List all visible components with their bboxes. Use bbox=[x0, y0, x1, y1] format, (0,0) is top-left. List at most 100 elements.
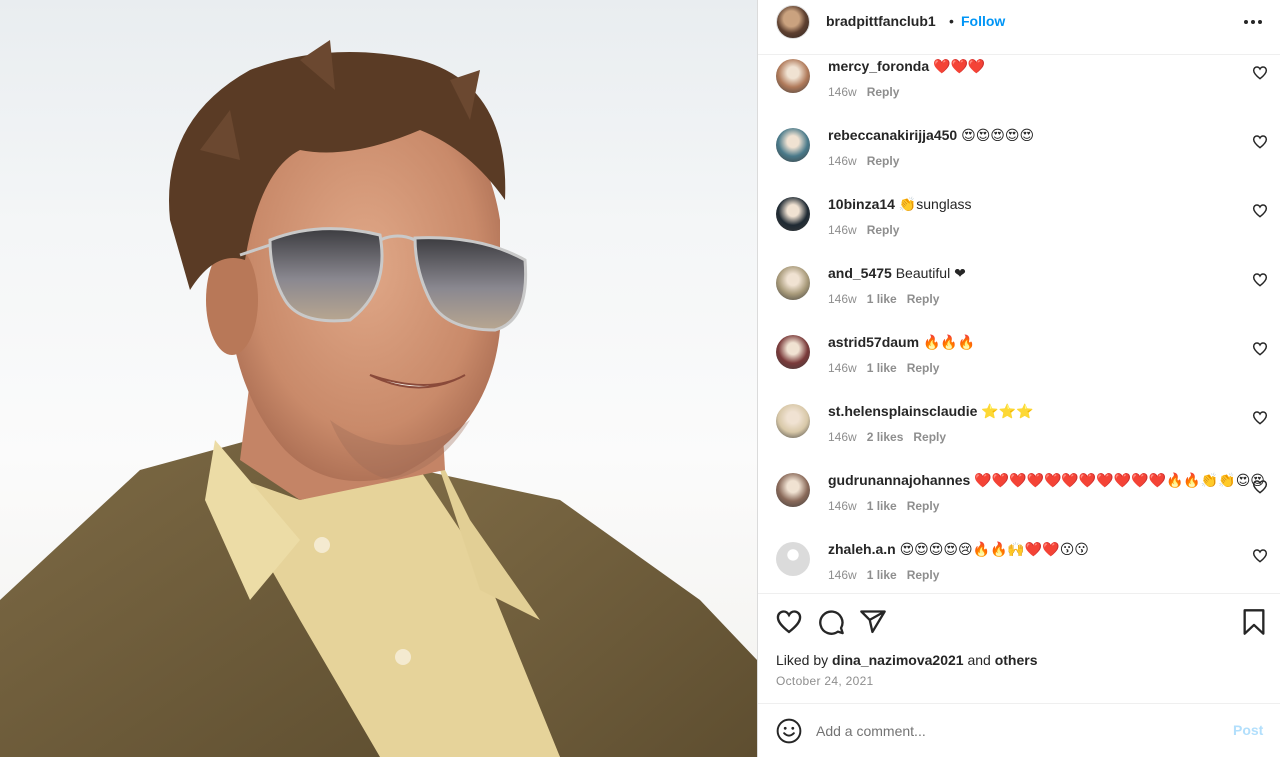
comment-likes[interactable]: 1 like bbox=[867, 499, 897, 513]
commenter-username[interactable]: st.helensplainsclaudie bbox=[828, 403, 977, 419]
commenter-avatar[interactable] bbox=[776, 473, 810, 507]
comment-meta: 146w 1 like Reply bbox=[828, 361, 949, 375]
comment-age[interactable]: 146w bbox=[828, 499, 857, 513]
comment-likes[interactable]: 1 like bbox=[867, 361, 897, 375]
commenter-avatar[interactable] bbox=[776, 404, 810, 438]
comment-like-heart-icon[interactable] bbox=[1252, 65, 1268, 81]
comment-age[interactable]: 146w bbox=[828, 223, 857, 237]
comment-text: 😍😍😍😍😍 bbox=[961, 127, 1035, 143]
liked-by-prefix: Liked by bbox=[776, 652, 829, 668]
heart-icon[interactable] bbox=[775, 608, 803, 636]
commenter-username[interactable]: 10binza14 bbox=[828, 196, 895, 212]
comment-meta: 146w Reply bbox=[828, 85, 909, 99]
reply-button[interactable]: Reply bbox=[907, 568, 940, 582]
reply-button[interactable]: Reply bbox=[907, 292, 940, 306]
comment-text-line: 10binza14 👏sunglass bbox=[828, 196, 972, 213]
comment-like-heart-icon[interactable] bbox=[1252, 203, 1268, 219]
liked-by: Liked by dina_nazimova2021 and others bbox=[776, 652, 1038, 668]
comment-text: ❤️❤️❤️ bbox=[933, 58, 986, 74]
comment-like-heart-icon[interactable] bbox=[1252, 134, 1268, 150]
comment-text-line: rebeccanakirijja450 😍😍😍😍😍 bbox=[828, 127, 1034, 144]
comment-age[interactable]: 146w bbox=[828, 361, 857, 375]
comment-text-line: st.helensplainsclaudie ⭐⭐⭐ bbox=[828, 403, 1034, 420]
author-username[interactable]: bradpittfanclub1 bbox=[826, 13, 936, 29]
commenter-avatar[interactable] bbox=[776, 542, 810, 576]
reply-button[interactable]: Reply bbox=[867, 223, 900, 237]
reply-button[interactable]: Reply bbox=[867, 154, 900, 168]
post-image bbox=[0, 0, 757, 757]
liked-by-user[interactable]: dina_nazimova2021 bbox=[832, 652, 964, 668]
separator-dot: • bbox=[949, 13, 954, 29]
comment-text-line: astrid57daum 🔥🔥🔥 bbox=[828, 334, 975, 351]
comment-row: astrid57daum 🔥🔥🔥 146w 1 like Reply bbox=[758, 334, 1280, 404]
post-comment-button[interactable]: Post bbox=[1233, 722, 1263, 738]
add-comment-bar: Post bbox=[758, 703, 1280, 757]
commenter-username[interactable]: gudrunannajohannes bbox=[828, 472, 970, 488]
comment-likes[interactable]: 1 like bbox=[867, 568, 897, 582]
comment-text: ❤️❤️❤️❤️❤️❤️❤️❤️❤️❤️❤️🔥🔥👏👏😍😍 bbox=[974, 472, 1265, 488]
comment-meta: 146w 1 like Reply bbox=[828, 292, 949, 306]
liked-by-and: and bbox=[967, 652, 991, 668]
comment-text: 🔥🔥🔥 bbox=[922, 334, 976, 350]
comment-row: zhaleh.a.n 😍😍😍😍😢🔥🔥🙌❤️❤️😗😗 146w 1 like Reply bbox=[758, 541, 1280, 593]
photo-of-man-in-sunglasses bbox=[0, 40, 757, 757]
comment-age[interactable]: 146w bbox=[828, 568, 857, 582]
liked-by-others[interactable]: others bbox=[995, 652, 1038, 668]
smiley-icon[interactable] bbox=[776, 718, 802, 744]
comments-list[interactable]: mercy_foronda ❤️❤️❤️ 146w Reply rebeccanaki… bbox=[758, 55, 1280, 593]
comment-text: 👏sunglass bbox=[898, 196, 972, 212]
comment-row: rebeccanakirijja450 😍😍😍😍😍 146w Reply bbox=[758, 127, 1280, 197]
comment-icon[interactable] bbox=[817, 608, 845, 636]
commenter-avatar[interactable] bbox=[776, 335, 810, 369]
comment-row: mercy_foronda ❤️❤️❤️ 146w Reply bbox=[758, 58, 1280, 128]
post-header: bradpittfanclub1 • Follow bbox=[758, 0, 1280, 55]
author-avatar[interactable] bbox=[776, 5, 810, 39]
comment-text: ⭐⭐⭐ bbox=[981, 403, 1034, 419]
comment-like-heart-icon[interactable] bbox=[1252, 479, 1268, 495]
comment-text: 😍😍😍😍😢🔥🔥🙌❤️❤️😗😗 bbox=[899, 541, 1089, 557]
follow-button[interactable]: Follow bbox=[961, 13, 1005, 29]
commenter-username[interactable]: mercy_foronda bbox=[828, 58, 929, 74]
comment-row: and_5475 Beautiful ❤ 146w 1 like Reply bbox=[758, 265, 1280, 335]
comment-row: 10binza14 👏sunglass 146w Reply bbox=[758, 196, 1280, 266]
comment-meta: 146w Reply bbox=[828, 154, 909, 168]
commenter-avatar[interactable] bbox=[776, 197, 810, 231]
reply-button[interactable]: Reply bbox=[907, 361, 940, 375]
reply-button[interactable]: Reply bbox=[907, 499, 940, 513]
comment-text-line: gudrunannajohannes ❤️❤️❤️❤️❤️❤️❤️❤️❤️❤️❤… bbox=[828, 472, 1265, 489]
comment-like-heart-icon[interactable] bbox=[1252, 548, 1268, 564]
commenter-avatar[interactable] bbox=[776, 128, 810, 162]
add-comment-input[interactable] bbox=[816, 716, 1196, 746]
commenter-username[interactable]: rebeccanakirijja450 bbox=[828, 127, 957, 143]
commenter-avatar[interactable] bbox=[776, 266, 810, 300]
comment-likes[interactable]: 1 like bbox=[867, 292, 897, 306]
comment-age[interactable]: 146w bbox=[828, 430, 857, 444]
comment-age[interactable]: 146w bbox=[828, 154, 857, 168]
comment-meta: 146w Reply bbox=[828, 223, 909, 237]
send-icon[interactable] bbox=[859, 608, 887, 636]
comment-age[interactable]: 146w bbox=[828, 292, 857, 306]
commenter-avatar[interactable] bbox=[776, 59, 810, 93]
comment-row: gudrunannajohannes ❤️❤️❤️❤️❤️❤️❤️❤️❤️❤️❤… bbox=[758, 472, 1280, 542]
comment-meta: 146w 1 like Reply bbox=[828, 499, 949, 513]
more-horizontal-icon[interactable] bbox=[1242, 12, 1264, 32]
comment-row: st.helensplainsclaudie ⭐⭐⭐ 146w 2 likes Rep… bbox=[758, 403, 1280, 473]
comment-meta: 146w 1 like Reply bbox=[828, 568, 949, 582]
commenter-username[interactable]: zhaleh.a.n bbox=[828, 541, 896, 557]
post-details-panel: bradpittfanclub1 • Follow mercy_foronda … bbox=[757, 0, 1280, 757]
comment-likes[interactable]: 2 likes bbox=[867, 430, 904, 444]
commenter-username[interactable]: and_5475 bbox=[828, 265, 892, 281]
bookmark-icon[interactable] bbox=[1240, 608, 1268, 636]
post-date[interactable]: October 24, 2021 bbox=[776, 674, 874, 688]
comment-like-heart-icon[interactable] bbox=[1252, 272, 1268, 288]
comment-like-heart-icon[interactable] bbox=[1252, 341, 1268, 357]
comment-text: Beautiful ❤ bbox=[895, 265, 966, 281]
reply-button[interactable]: Reply bbox=[867, 85, 900, 99]
comment-like-heart-icon[interactable] bbox=[1252, 410, 1268, 426]
commenter-username[interactable]: astrid57daum bbox=[828, 334, 919, 350]
post-actions: Liked by dina_nazimova2021 and others Oc… bbox=[758, 593, 1280, 703]
comment-age[interactable]: 146w bbox=[828, 85, 857, 99]
comment-text-line: and_5475 Beautiful ❤ bbox=[828, 265, 966, 282]
comment-text-line: zhaleh.a.n 😍😍😍😍😢🔥🔥🙌❤️❤️😗😗 bbox=[828, 541, 1089, 558]
reply-button[interactable]: Reply bbox=[913, 430, 946, 444]
